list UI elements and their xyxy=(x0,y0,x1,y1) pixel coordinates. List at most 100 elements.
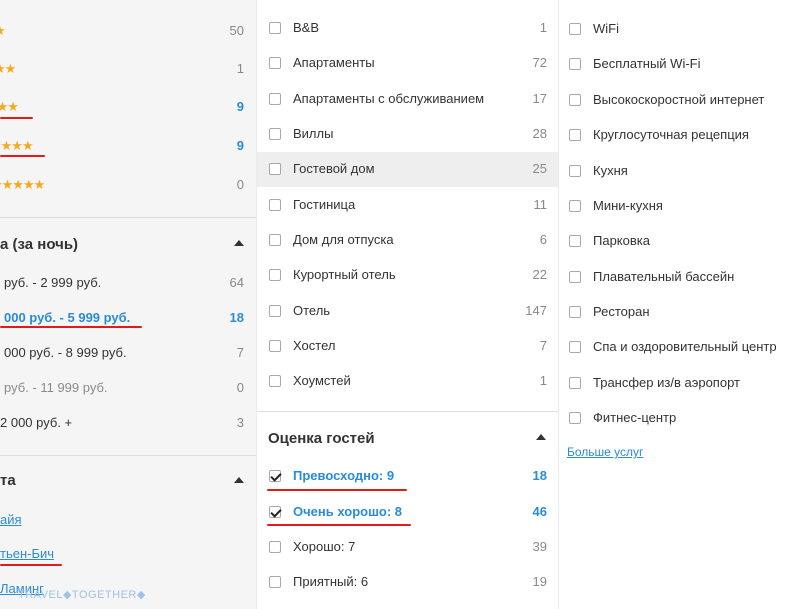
property-type-count: 72 xyxy=(532,55,547,70)
star-rating-icons: ★ xyxy=(0,17,6,45)
facility-checkbox[interactable] xyxy=(569,377,581,389)
property-type-checkbox[interactable] xyxy=(269,57,281,69)
collapse-caret-icon[interactable] xyxy=(234,477,244,483)
guest-rating-count: 39 xyxy=(532,539,547,554)
property-type-count: 1 xyxy=(539,20,547,35)
annotation-underline xyxy=(267,524,411,526)
property-type-row[interactable]: B&B 1 xyxy=(257,14,559,42)
property-type-label: Апартаменты xyxy=(293,55,375,70)
property-type-checkbox[interactable] xyxy=(269,93,281,105)
property-type-label: Апартаменты с обслуживанием xyxy=(293,91,485,106)
facility-label: Высокоскоростной интернет xyxy=(593,92,765,107)
price-range-label: руб. - 2 999 руб. xyxy=(4,275,102,290)
facility-row[interactable]: Мини-кухня xyxy=(559,192,809,220)
price-filter-row[interactable]: руб. - 2 999 руб. 64 xyxy=(0,269,256,297)
section-divider xyxy=(0,455,256,456)
facility-checkbox[interactable] xyxy=(569,129,581,141)
district-link[interactable]: айя xyxy=(0,506,22,534)
property-type-checkbox[interactable] xyxy=(269,305,281,317)
facility-row[interactable]: Кухня xyxy=(559,157,809,185)
facility-row[interactable]: Фитнес-центр xyxy=(559,404,809,432)
facility-checkbox[interactable] xyxy=(569,165,581,177)
property-type-row[interactable]: Виллы 28 xyxy=(257,120,559,148)
facility-row[interactable]: Парковка xyxy=(559,227,809,255)
annotation-underline xyxy=(0,117,33,119)
property-type-label: Дом для отпуска xyxy=(293,232,394,247)
facility-checkbox[interactable] xyxy=(569,412,581,424)
facility-row[interactable]: Трансфер из/в аэропорт xyxy=(559,369,809,397)
property-type-row[interactable]: Отель 147 xyxy=(257,297,559,325)
guest-rating-row[interactable]: Приятный: 6 19 xyxy=(257,568,559,596)
facility-checkbox[interactable] xyxy=(569,58,581,70)
property-type-row[interactable]: Курортный отель 22 xyxy=(257,261,559,289)
property-type-checkbox[interactable] xyxy=(269,163,281,175)
section-divider xyxy=(0,217,256,218)
guest-rating-row[interactable]: Очень хорошо: 8 46 xyxy=(257,498,559,526)
annotation-underline xyxy=(0,564,62,566)
property-type-column: B&B 1 Апартаменты 72 Апартаменты с обслу… xyxy=(256,0,559,609)
price-range-count: 7 xyxy=(236,345,244,360)
property-type-row[interactable]: Хоумстей 1 xyxy=(257,367,559,395)
guest-rating-checkbox[interactable] xyxy=(269,541,281,553)
price-range-count: 18 xyxy=(229,310,244,325)
property-type-row[interactable]: Гостиница 11 xyxy=(257,191,559,219)
property-type-label: Гостевой дом xyxy=(293,161,375,176)
facility-row[interactable]: Ресторан xyxy=(559,298,809,326)
property-type-row[interactable]: Хостел 7 xyxy=(257,332,559,360)
property-type-count: 7 xyxy=(539,338,547,353)
district-section-title: та xyxy=(0,472,16,489)
guest-rating-label: Превосходно: 9 xyxy=(293,468,395,483)
facility-row[interactable]: Высокоскоростной интернет xyxy=(559,86,809,114)
property-type-checkbox[interactable] xyxy=(269,199,281,211)
price-filter-row[interactable]: 2 000 руб. + 3 xyxy=(0,409,256,437)
more-facilities-link[interactable]: Больше услуг xyxy=(567,445,643,459)
property-type-count: 1 xyxy=(539,373,547,388)
guest-rating-row[interactable]: Превосходно: 9 18 xyxy=(257,462,559,490)
facility-label: Ресторан xyxy=(593,304,650,319)
property-type-checkbox[interactable] xyxy=(269,22,281,34)
property-type-checkbox[interactable] xyxy=(269,340,281,352)
annotation-underline xyxy=(0,326,142,328)
star-filter-row[interactable]: ★★★★★ 0 xyxy=(0,171,256,199)
guest-rating-checkbox[interactable] xyxy=(269,470,281,482)
facility-label: Бесплатный Wi-Fi xyxy=(593,56,701,71)
facility-row[interactable]: Бесплатный Wi-Fi xyxy=(559,50,809,78)
facility-checkbox[interactable] xyxy=(569,200,581,212)
star-filter-row[interactable]: ★★ 1 xyxy=(0,55,256,83)
guest-rating-checkbox[interactable] xyxy=(269,576,281,588)
facility-row[interactable]: Спа и оздоровительный центр xyxy=(559,333,809,361)
property-type-row[interactable]: Гостевой дом 25 xyxy=(257,155,559,183)
property-type-count: 11 xyxy=(533,197,548,212)
guest-rating-count: 18 xyxy=(532,468,547,483)
guest-rating-row[interactable]: Хорошо: 7 39 xyxy=(257,533,559,561)
facility-checkbox[interactable] xyxy=(569,341,581,353)
facility-checkbox[interactable] xyxy=(569,235,581,247)
star-filter-row[interactable]: ★★★ 9 xyxy=(0,93,256,121)
star-filter-row[interactable]: ★ 50 xyxy=(0,17,256,45)
facility-row[interactable]: Плавательный бассейн xyxy=(559,263,809,291)
price-filter-row[interactable]: 000 руб. - 8 999 руб. 7 xyxy=(0,339,256,367)
collapse-caret-icon[interactable] xyxy=(234,240,244,246)
facility-checkbox[interactable] xyxy=(569,306,581,318)
collapse-caret-icon[interactable] xyxy=(536,434,546,440)
facility-checkbox[interactable] xyxy=(569,23,581,35)
property-type-label: B&B xyxy=(293,20,320,35)
property-type-checkbox[interactable] xyxy=(269,375,281,387)
facility-label: Фитнес-центр xyxy=(593,410,677,425)
property-type-row[interactable]: Апартаменты с обслуживанием 17 xyxy=(257,85,559,113)
property-type-row[interactable]: Дом для отпуска 6 xyxy=(257,226,559,254)
guest-rating-checkbox[interactable] xyxy=(269,506,281,518)
property-type-checkbox[interactable] xyxy=(269,128,281,140)
facility-row[interactable]: WiFi xyxy=(559,15,809,43)
property-type-checkbox[interactable] xyxy=(269,234,281,246)
facility-label: Трансфер из/в аэропорт xyxy=(593,375,740,390)
facility-checkbox[interactable] xyxy=(569,271,581,283)
property-type-label: Хостел xyxy=(293,338,336,353)
property-type-checkbox[interactable] xyxy=(269,269,281,281)
facility-row[interactable]: Круглосуточная рецепция xyxy=(559,121,809,149)
price-filter-row[interactable]: руб. - 11 999 руб. 0 xyxy=(0,374,256,402)
facility-label: Мини-кухня xyxy=(593,198,663,213)
facility-label: Плавательный бассейн xyxy=(593,269,735,284)
property-type-row[interactable]: Апартаменты 72 xyxy=(257,49,559,77)
facility-checkbox[interactable] xyxy=(569,94,581,106)
